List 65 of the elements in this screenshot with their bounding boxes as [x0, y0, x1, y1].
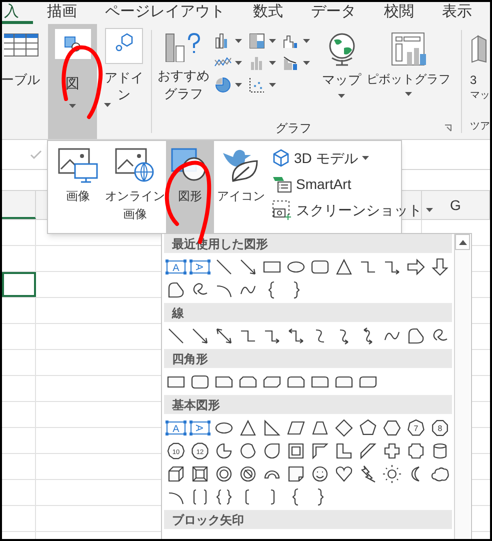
- ribbon-tab[interactable]: ページレイアウト: [91, 2, 239, 24]
- recommended-charts-button[interactable]: おすすめグラフ: [158, 32, 210, 139]
- table-button[interactable]: ーブル: [2, 24, 42, 139]
- dialog-launcher-icon[interactable]: [444, 124, 452, 132]
- caret-icon: [338, 94, 346, 98]
- caret-icon: [268, 83, 276, 87]
- hexagon-addin-icon: [104, 28, 143, 64]
- diamond-shape-icon[interactable]: [333, 418, 355, 438]
- picture-monitor-icon: [58, 147, 98, 183]
- ribbon-tab[interactable]: 数式: [239, 2, 297, 24]
- ribbon-tab[interactable]: 校閲: [370, 2, 428, 24]
- heptagon-shape-icon[interactable]: 7: [405, 418, 427, 438]
- chart-type-icon[interactable]: [248, 32, 266, 50]
- group-title: グラフ: [276, 120, 312, 137]
- caret-icon: [302, 39, 310, 43]
- chart-type-icon[interactable]: [248, 76, 266, 94]
- caret-icon: [234, 83, 242, 87]
- picture-globe-icon: [115, 147, 155, 183]
- right-block-arrow-shape-icon[interactable]: [405, 256, 427, 276]
- sun-shape-icon[interactable]: [381, 464, 403, 484]
- addins-button[interactable]: アドイン: [103, 24, 145, 139]
- caret-icon: [268, 39, 276, 43]
- heart-shape-icon[interactable]: [333, 464, 355, 484]
- ribbon-tab[interactable]: 描画: [33, 2, 91, 24]
- caret-icon: [405, 92, 412, 96]
- insert-option[interactable]: 画像: [52, 141, 104, 233]
- cube-icon: [272, 149, 290, 167]
- scrollbar[interactable]: [454, 234, 470, 539]
- section-header: 線: [164, 303, 452, 322]
- pivot-chart-button[interactable]: ピボットグラフ: [366, 32, 452, 139]
- section-header: 基本図形: [164, 395, 452, 414]
- camera-icon: [272, 200, 292, 220]
- column-header[interactable]: [2, 191, 36, 219]
- insert-option[interactable]: オンライン画像: [104, 141, 166, 233]
- scroll-up-button[interactable]: [455, 234, 470, 250]
- insert-option[interactable]: 3D モデル: [272, 147, 433, 169]
- check-icon[interactable]: [30, 150, 42, 160]
- caret-icon: [104, 103, 112, 107]
- selected-cell[interactable]: [2, 272, 36, 297]
- chart-type-icon[interactable]: [282, 54, 300, 72]
- caret-icon: [302, 61, 310, 65]
- hexagon-shape-icon[interactable]: [381, 418, 403, 438]
- button-label: 3: [470, 72, 477, 88]
- caret-icon: [234, 39, 242, 43]
- pivot-chart-icon: [390, 32, 427, 66]
- map-button[interactable]: マップ: [320, 32, 364, 139]
- down-block-arrow-shape-icon[interactable]: [429, 256, 451, 276]
- ribbon-tab[interactable]: データ: [297, 2, 370, 24]
- bird-leaf-icon: [221, 147, 261, 183]
- smartart-icon: [272, 175, 292, 193]
- section-header: 四角形: [164, 349, 452, 368]
- insert-option[interactable]: アイコン: [214, 141, 268, 233]
- pentagon-shape-icon[interactable]: [357, 418, 379, 438]
- ribbon-tab[interactable]: 表示: [428, 2, 486, 24]
- caret-icon: [268, 61, 276, 65]
- up-arrow-icon: [458, 240, 466, 244]
- picture-button[interactable]: 図: [48, 24, 98, 139]
- button-label: マッ: [470, 89, 490, 103]
- octagon-shape-icon[interactable]: 8: [429, 418, 451, 438]
- section-header: ブロック矢印: [164, 510, 452, 529]
- chart-question-icon: [164, 32, 203, 62]
- caret-icon: [234, 61, 242, 65]
- group-title: ツア: [470, 120, 490, 134]
- caret-icon: [69, 104, 76, 108]
- insert-option[interactable]: スクリーンショット: [272, 199, 433, 221]
